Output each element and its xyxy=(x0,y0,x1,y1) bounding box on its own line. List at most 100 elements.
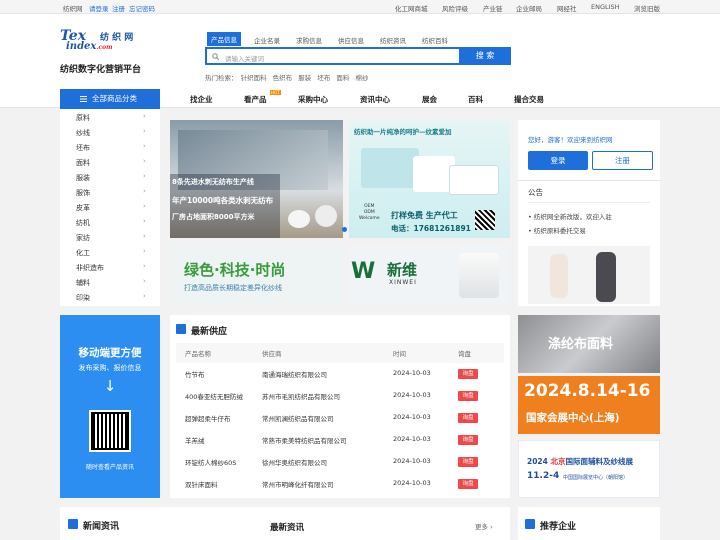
supply-icon xyxy=(176,324,186,334)
product-name[interactable]: 竹节布 xyxy=(185,369,205,379)
banner-nonwoven[interactable]: 8条先进水刺无纺布生产线 年产10000吨各类水刺无纺布 厂房占地面积8000平… xyxy=(170,120,343,238)
category-item[interactable]: 辅料 xyxy=(76,278,90,288)
forgot-password-link[interactable]: 忘记密码 xyxy=(129,3,155,13)
mobile-subtitle: 发布采购、报价信息 xyxy=(78,364,142,372)
carousel-dot[interactable] xyxy=(342,227,347,232)
col-header: 产品名称 xyxy=(185,350,211,358)
search-button[interactable]: 搜 索 xyxy=(459,47,511,65)
ad-polyester-fabric[interactable]: 涤纶布面料 xyxy=(518,315,660,373)
hot-label: 热门检索： xyxy=(205,74,238,82)
nav-products[interactable]: 看产品 xyxy=(244,94,267,105)
ad-text: 2024.8.14-16 xyxy=(524,381,651,401)
category-item[interactable]: 非织造布 xyxy=(76,263,104,273)
category-item[interactable]: 坯布 xyxy=(76,143,90,153)
all-categories-button[interactable]: 全部商品分类 xyxy=(60,89,160,109)
supplier-name[interactable]: 常州凯澜纺织品有限公司 xyxy=(262,413,334,423)
search-input[interactable]: 请输入关键词 xyxy=(205,47,461,65)
ad-image-apparel[interactable] xyxy=(528,246,650,304)
news-icon xyxy=(68,519,78,529)
product-name[interactable]: 羊羔绒 xyxy=(185,435,205,445)
tab-company[interactable]: 企业名录 xyxy=(254,35,280,45)
banner-wipes[interactable]: 纺织助一片纯净的呵护—纹素爱加 OEM ODM Welcome 打样免费 生产代… xyxy=(349,120,510,238)
product-name[interactable]: 超弹超柔牛仔布 xyxy=(185,413,231,423)
product-name[interactable]: 双针床面料 xyxy=(185,479,218,489)
topbar-link[interactable]: 产业链 xyxy=(483,3,503,13)
category-item[interactable]: 服饰 xyxy=(76,188,90,198)
more-link[interactable]: 更多 › xyxy=(475,521,493,531)
register-link[interactable]: 注册 xyxy=(112,3,125,13)
inquiry-button[interactable]: 询盘 xyxy=(458,391,478,401)
hot-badge: HOT xyxy=(270,90,281,95)
banner-xinwei[interactable]: W 新维 XINWEI xyxy=(349,245,510,304)
topbar-link[interactable]: 化工网商城 xyxy=(395,3,428,13)
product-name[interactable]: 400春亚纺无胆防绒 xyxy=(185,391,243,401)
login-button[interactable]: 登录 xyxy=(528,151,588,170)
inquiry-button[interactable]: 询盘 xyxy=(458,369,478,379)
category-item[interactable]: 纺机 xyxy=(76,218,90,228)
ad-text: 中国国际展览中心（朝阳馆） xyxy=(563,475,629,481)
chevron-right-icon: › xyxy=(143,187,146,195)
login-link[interactable]: 请登录 xyxy=(89,3,109,13)
inquiry-button[interactable]: 询盘 xyxy=(458,479,478,489)
ad-expo-shanghai[interactable]: 2024.8.14-16 国家会展中心(上海) xyxy=(518,376,660,434)
hot-keyword[interactable]: 针织面料 xyxy=(241,74,267,82)
category-item[interactable]: 纱线 xyxy=(76,128,90,138)
nav-news[interactable]: 资讯中心 xyxy=(360,94,390,105)
banner-text: 打样免费 生产代工 xyxy=(391,211,458,220)
supplier-name[interactable]: 苏州市毛凯纺织品有限公司 xyxy=(262,391,340,401)
category-item[interactable]: 面料 xyxy=(76,158,90,168)
supply-date: 2024-10-03 xyxy=(393,435,431,443)
ad-text: 国际面辅料及纱线展 xyxy=(565,457,634,466)
brand-link[interactable]: 纺织网 xyxy=(63,3,83,13)
topbar-link[interactable]: 风险评级 xyxy=(442,3,468,13)
nav-expo[interactable]: 展会 xyxy=(422,94,437,105)
nav-wiki[interactable]: 百科 xyxy=(468,94,483,105)
ad-expo-beijing[interactable]: 2024 北京国际面辅料及纱线展 11.2-4 中国国际展览中心（朝阳馆） xyxy=(518,440,660,498)
topbar-link[interactable]: 浏览旧版 xyxy=(634,3,660,13)
supplier-name[interactable]: 常熟市柔美特纺织品有限公司 xyxy=(262,435,347,445)
supplier-name[interactable]: 徐州华奥纺织有限公司 xyxy=(262,457,327,467)
roll-image xyxy=(315,205,337,227)
hot-keyword[interactable]: 棉纱 xyxy=(355,74,368,82)
table-header xyxy=(176,343,504,363)
category-item[interactable]: 家纺 xyxy=(76,233,90,243)
tab-buy[interactable]: 求购信息 xyxy=(296,35,322,45)
user-panel: 您好，游客！欢迎来到纺织网 登录 注册 公告 • 纺织网全新改版，欢迎入驻 • … xyxy=(518,120,660,306)
inquiry-button[interactable]: 询盘 xyxy=(458,413,478,423)
category-item[interactable]: 原料 xyxy=(76,113,90,123)
chevron-right-icon: › xyxy=(143,142,146,150)
nav-purchase[interactable]: 采购中心 xyxy=(298,94,328,105)
register-button[interactable]: 注册 xyxy=(592,151,653,170)
topbar-link[interactable]: 网经社 xyxy=(557,3,577,13)
hot-keyword[interactable]: 坯布 xyxy=(317,74,330,82)
hot-keyword[interactable]: 面料 xyxy=(336,74,349,82)
chevron-right-icon: › xyxy=(143,277,146,285)
category-item[interactable]: 皮革 xyxy=(76,203,90,213)
supplier-name[interactable]: 南通海瑞纺织有限公司 xyxy=(262,369,327,379)
tab-supply[interactable]: 供应信息 xyxy=(338,35,364,45)
category-item[interactable]: 服装 xyxy=(76,173,90,183)
product-name[interactable]: 环锭纺人棉纱60S xyxy=(185,457,236,467)
notice-item[interactable]: • 纺织原料委托交易 xyxy=(528,225,586,235)
tab-news[interactable]: 纺织资讯 xyxy=(380,35,406,45)
inquiry-button[interactable]: 询盘 xyxy=(458,457,478,467)
nav-find-company[interactable]: 找企业 xyxy=(190,94,213,105)
topbar-link[interactable]: 企业邮局 xyxy=(516,3,542,13)
category-item[interactable]: 印染 xyxy=(76,293,90,303)
banner-yarn[interactable]: 绿色·科技·时尚 打造高品质长期稳定差异化纱线 xyxy=(170,245,343,304)
category-item[interactable]: 化工 xyxy=(76,248,90,258)
tab-wiki[interactable]: 纺织百科 xyxy=(422,35,448,45)
notice-item[interactable]: • 纺织网全新改版，欢迎入驻 xyxy=(528,211,612,221)
tab-product[interactable]: 产品信息 xyxy=(207,32,241,46)
topbar-link[interactable]: ENGLISH xyxy=(591,3,620,11)
site-tagline: 纺织数字化营销平台 xyxy=(60,65,142,75)
supplier-name[interactable]: 常州市明峰化纤有限公司 xyxy=(262,479,334,489)
inquiry-button[interactable]: 询盘 xyxy=(458,435,478,445)
chevron-right-icon: › xyxy=(143,247,146,255)
nav-matchmaking[interactable]: 撮合交易 xyxy=(514,94,544,105)
site-logo[interactable]: Tex index.com 纺 织 网 xyxy=(60,29,155,58)
hot-keyword[interactable]: 服装 xyxy=(298,74,311,82)
chevron-right-icon: › xyxy=(143,172,146,180)
banner-text: 新维 xyxy=(387,261,418,279)
hot-keyword[interactable]: 色织布 xyxy=(273,74,293,82)
